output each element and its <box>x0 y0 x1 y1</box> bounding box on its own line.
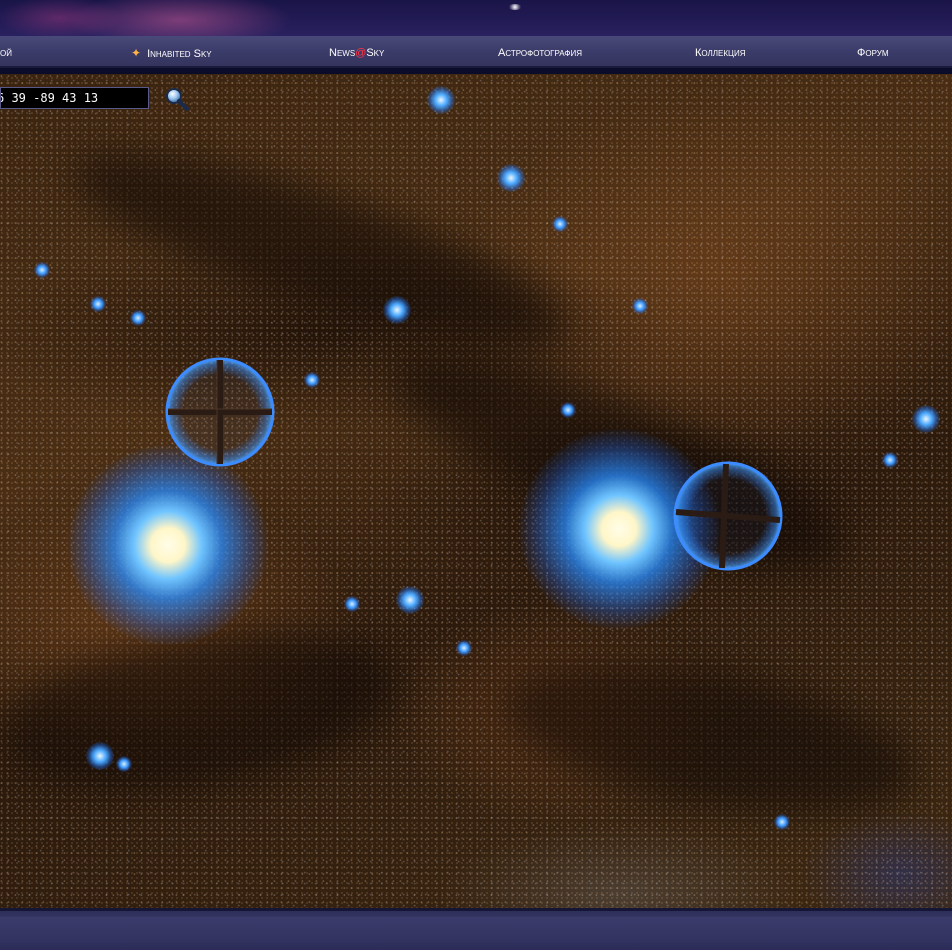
star <box>90 296 106 312</box>
star <box>497 164 525 192</box>
coordinates-input[interactable] <box>0 87 149 109</box>
star <box>86 742 114 770</box>
target-crosshair-icon[interactable] <box>164 356 276 468</box>
nav-item-news-sky-label: Sky <box>366 47 385 59</box>
star <box>560 402 576 418</box>
star <box>882 452 898 468</box>
bright-star <box>68 445 268 645</box>
nav-item-inhabited-sky-label: Inhabited Sky <box>147 48 212 60</box>
star <box>130 310 146 326</box>
nav-item-forum[interactable]: Форум <box>857 36 889 68</box>
bottom-bar <box>0 908 952 950</box>
star <box>552 216 568 232</box>
star-icon: ✦ <box>131 46 142 60</box>
star <box>34 262 50 278</box>
nav-item-collection-label: Коллекция <box>695 47 746 59</box>
nav-item-astrophoto-label: Астрофотография <box>498 47 582 59</box>
nav-item-news-at: @ <box>355 47 367 59</box>
top-banner <box>0 0 952 36</box>
magnifier-icon <box>166 88 189 111</box>
nav-item-news-label: News <box>329 47 356 59</box>
target-crosshair-icon[interactable] <box>672 460 784 572</box>
nav-item-collection[interactable]: Коллекция <box>695 36 745 68</box>
banner-star-glint <box>508 4 522 10</box>
nav-item-news-sky[interactable]: News@Sky <box>329 36 384 68</box>
nav-item-prev[interactable]: ой <box>0 36 12 68</box>
star <box>116 756 132 772</box>
bottom-bar-inner <box>0 917 952 943</box>
sky-image-viewer[interactable] <box>0 74 952 908</box>
nav-bar: ой ✦ Inhabited Sky News@Sky Астрофотограф… <box>0 36 952 68</box>
star <box>632 298 648 314</box>
star <box>912 405 940 433</box>
search-button[interactable] <box>164 86 190 112</box>
nav-item-forum-label: Форум <box>857 47 889 59</box>
star <box>344 596 360 612</box>
star <box>396 586 424 614</box>
nav-item-inhabited-sky[interactable]: ✦ Inhabited Sky <box>131 36 212 68</box>
star <box>774 814 790 830</box>
star <box>456 640 472 656</box>
star <box>383 296 411 324</box>
star <box>304 372 320 388</box>
nav-item-prev-label: ой <box>0 47 12 59</box>
nav-item-astrophoto[interactable]: Астрофотография <box>498 36 582 68</box>
star <box>427 86 455 114</box>
